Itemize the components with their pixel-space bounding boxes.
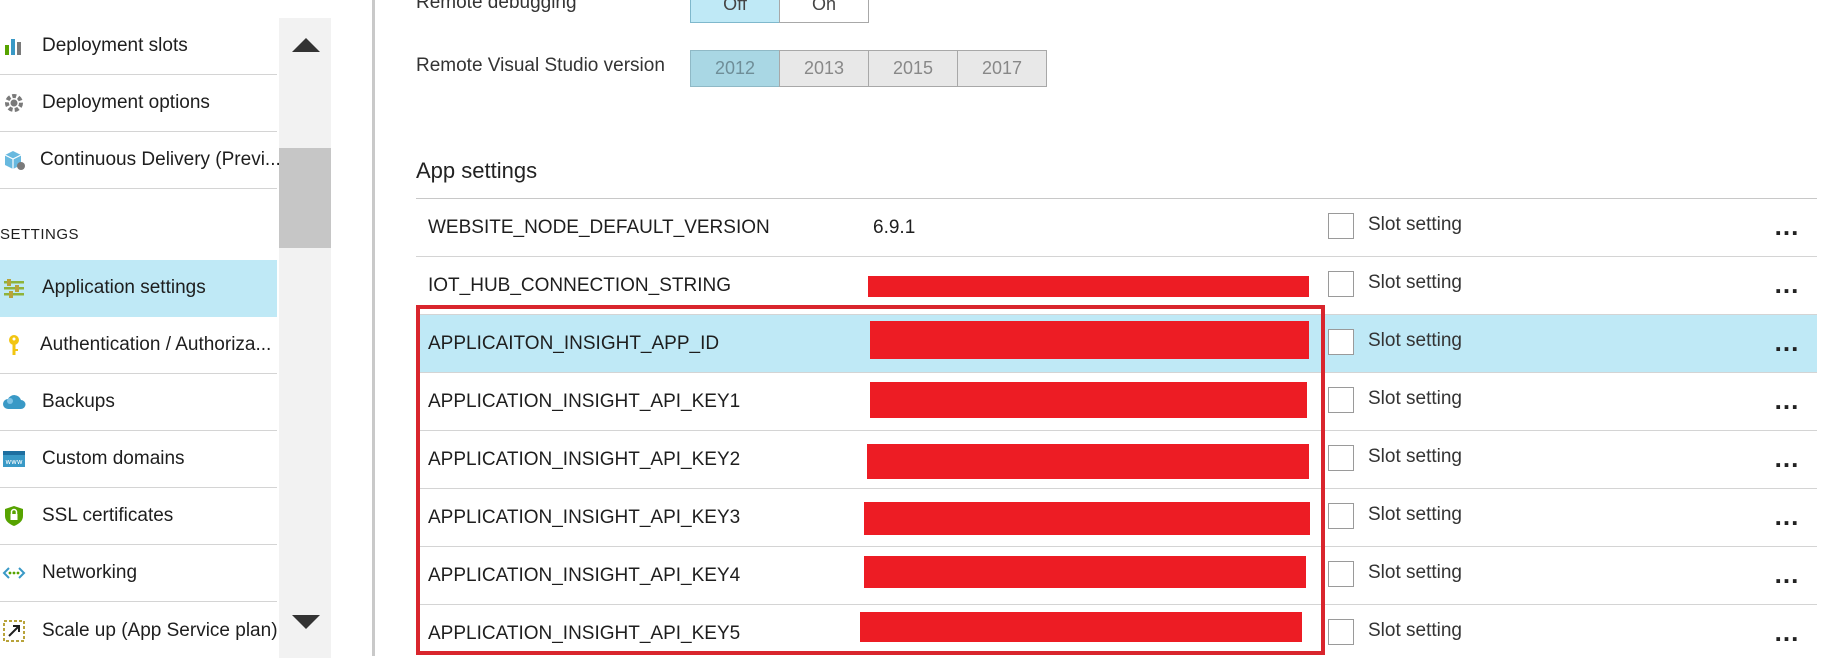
more-options-icon[interactable]: ... bbox=[1771, 213, 1803, 239]
slot-setting-label: Slot setting bbox=[1368, 214, 1462, 235]
slot-setting-checkbox[interactable] bbox=[1328, 503, 1354, 529]
slot-setting-label: Slot setting bbox=[1368, 388, 1462, 409]
nav-item-deployment-slots[interactable]: Deployment slots bbox=[0, 18, 277, 75]
more-options-icon[interactable]: ... bbox=[1771, 503, 1803, 529]
remote-debugging-on-button[interactable]: On bbox=[779, 0, 869, 23]
scroll-up-arrow-icon[interactable] bbox=[292, 38, 320, 52]
nav-item-label: Networking bbox=[42, 562, 138, 583]
nav-item-label: SSL certificates bbox=[42, 505, 174, 526]
key-icon bbox=[2, 333, 26, 357]
more-options-icon[interactable]: ... bbox=[1771, 271, 1803, 297]
slot-setting-checkbox[interactable] bbox=[1328, 445, 1354, 471]
vs-version-2012-button[interactable]: 2012 bbox=[690, 50, 780, 87]
scroll-down-arrow-icon[interactable] bbox=[292, 615, 320, 629]
vs-version-2013-button[interactable]: 2013 bbox=[779, 50, 869, 87]
nav-item-label: Scale up (App Service plan) bbox=[42, 619, 278, 641]
nav-item-label: Deployment options bbox=[42, 92, 210, 113]
deployment-slots-icon bbox=[2, 34, 26, 58]
remote-debugging-label: Remote debugging bbox=[416, 0, 577, 13]
nav-item-label: Authentication / Authoriza... bbox=[40, 334, 272, 355]
slot-setting-label: Slot setting bbox=[1368, 272, 1462, 293]
app-setting-row[interactable]: WEBSITE_NODE_DEFAULT_VERSION 6.9.1 Slot … bbox=[416, 199, 1817, 257]
slot-setting-checkbox[interactable] bbox=[1328, 561, 1354, 587]
more-options-icon[interactable]: ... bbox=[1771, 387, 1803, 413]
slot-setting-label: Slot setting bbox=[1368, 330, 1462, 351]
menu-scrollbar-thumb[interactable] bbox=[279, 148, 331, 248]
more-options-icon[interactable]: ... bbox=[1771, 445, 1803, 471]
slot-setting-label: Slot setting bbox=[1368, 620, 1462, 641]
more-options-icon[interactable]: ... bbox=[1771, 619, 1803, 645]
gear-icon bbox=[2, 91, 26, 115]
settings-section-heading: SETTINGS bbox=[0, 226, 80, 243]
slot-setting-label: Slot setting bbox=[1368, 562, 1462, 583]
network-icon bbox=[2, 561, 26, 585]
app-settings-heading: App settings bbox=[416, 158, 538, 183]
annotation-highlight-box bbox=[416, 305, 1325, 655]
nav-item-application-settings[interactable]: Application settings bbox=[0, 260, 277, 317]
cloud-icon bbox=[2, 390, 26, 414]
nav-item-label: Continuous Delivery (Previ... bbox=[40, 149, 281, 170]
svg-text:www: www bbox=[5, 458, 22, 466]
app-setting-name[interactable]: WEBSITE_NODE_DEFAULT_VERSION bbox=[428, 217, 770, 239]
nav-item-networking[interactable]: Networking bbox=[0, 545, 277, 602]
sliders-icon bbox=[2, 276, 26, 300]
app-setting-name[interactable]: IOT_HUB_CONNECTION_STRING bbox=[428, 275, 731, 297]
nav-item-ssl-certificates[interactable]: SSL certificates bbox=[0, 488, 277, 545]
scale-up-icon bbox=[2, 619, 26, 643]
package-icon bbox=[2, 148, 26, 172]
app-setting-value[interactable]: 6.9.1 bbox=[873, 217, 915, 239]
resource-menu-list: Deployment slots Deployment options Cont… bbox=[0, 0, 281, 659]
remote-vs-version-toggle: 2012 2013 2015 2017 bbox=[690, 50, 1047, 87]
nav-item-label: Deployment slots bbox=[42, 35, 188, 56]
slot-setting-checkbox[interactable] bbox=[1328, 271, 1354, 297]
vs-version-2015-button[interactable]: 2015 bbox=[868, 50, 958, 87]
more-options-icon[interactable]: ... bbox=[1771, 561, 1803, 587]
more-options-icon[interactable]: ... bbox=[1771, 329, 1803, 355]
slot-setting-checkbox[interactable] bbox=[1328, 387, 1354, 413]
remote-debugging-toggle: Off On bbox=[690, 0, 869, 23]
resource-menu: Deployment slots Deployment options Cont… bbox=[0, 0, 282, 656]
slot-setting-label: Slot setting bbox=[1368, 446, 1462, 467]
nav-item-label: Backups bbox=[42, 391, 115, 412]
nav-item-deployment-options[interactable]: Deployment options bbox=[0, 75, 277, 132]
nav-item-custom-domains[interactable]: www Custom domains bbox=[0, 431, 277, 488]
slot-setting-checkbox[interactable] bbox=[1328, 329, 1354, 355]
slot-setting-label: Slot setting bbox=[1368, 504, 1462, 525]
remote-debugging-off-button[interactable]: Off bbox=[690, 0, 780, 23]
shield-icon bbox=[2, 504, 26, 528]
www-icon: www bbox=[2, 447, 26, 471]
nav-item-backups[interactable]: Backups bbox=[0, 374, 277, 431]
nav-item-label: Custom domains bbox=[42, 448, 185, 469]
nav-item-authentication[interactable]: Authentication / Authoriza... bbox=[0, 317, 277, 374]
menu-scrollbar-track[interactable] bbox=[279, 18, 331, 658]
remote-vs-version-label: Remote Visual Studio version bbox=[416, 55, 665, 76]
slot-setting-checkbox[interactable] bbox=[1328, 213, 1354, 239]
nav-item-label: Application settings bbox=[42, 277, 206, 298]
slot-setting-checkbox[interactable] bbox=[1328, 619, 1354, 645]
redacted-value bbox=[868, 276, 1309, 297]
nav-item-scale-up[interactable]: Scale up (App Service plan) bbox=[0, 602, 278, 659]
vs-version-2017-button[interactable]: 2017 bbox=[957, 50, 1047, 87]
nav-item-continuous-delivery[interactable]: Continuous Delivery (Previ... bbox=[0, 132, 281, 189]
